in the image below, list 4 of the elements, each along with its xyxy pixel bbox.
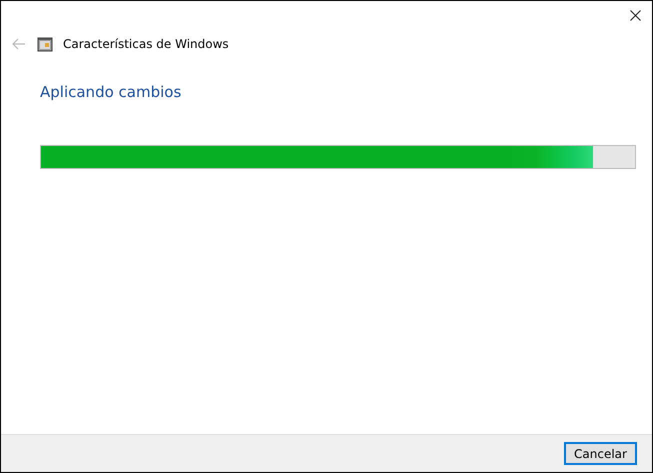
window-title: Características de Windows [63, 37, 229, 51]
status-heading: Aplicando cambios [40, 83, 182, 101]
window-icon [37, 36, 53, 52]
cancel-button[interactable]: Cancelar [564, 442, 637, 465]
